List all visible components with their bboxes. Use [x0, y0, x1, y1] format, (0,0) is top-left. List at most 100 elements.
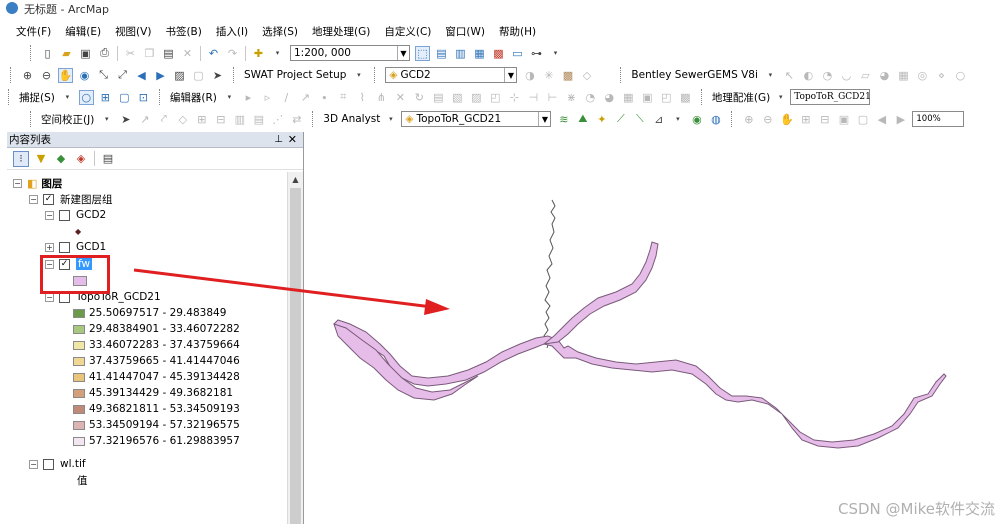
python-window-icon[interactable]: ▭ — [510, 46, 525, 61]
delete-icon[interactable]: ✕ — [180, 46, 195, 61]
topology-tool5-icon[interactable]: ⋇ — [564, 90, 579, 105]
trace-icon[interactable]: ↗ — [298, 90, 313, 105]
editor-menu[interactable]: 编辑器(R) — [170, 90, 217, 105]
3d-analyst-dropdown-icon[interactable]: ▾ — [383, 112, 398, 127]
layout-zoom-in-icon[interactable]: ⊕ — [741, 112, 756, 127]
select-tool-icon[interactable]: ➤ — [118, 112, 133, 127]
collapse-icon[interactable]: − — [45, 210, 54, 220]
legend-swatch[interactable] — [73, 324, 85, 334]
interpolate-point-icon[interactable]: ⟋ — [613, 112, 628, 127]
create-features-icon[interactable]: ▨ — [469, 90, 484, 105]
point-icon[interactable]: ∙ — [317, 90, 332, 105]
toolbar-grip[interactable] — [700, 89, 705, 105]
collapse-icon[interactable]: − — [29, 194, 38, 204]
cut-polygons-icon[interactable]: ⋔ — [374, 90, 389, 105]
collapse-icon[interactable]: − — [29, 459, 38, 469]
toc-scrollbar[interactable]: ▲ — [287, 172, 303, 524]
save-icon[interactable]: ▣ — [78, 46, 93, 61]
straight-segment-icon[interactable]: ∕ — [279, 90, 294, 105]
back-extent-icon[interactable]: ◀ — [134, 68, 149, 83]
fw-tributary-polygon[interactable] — [542, 241, 659, 345]
map-display[interactable] — [306, 132, 1001, 524]
legend-swatch[interactable] — [73, 404, 85, 414]
expand-icon[interactable]: + — [45, 242, 54, 252]
bentley-tool5-icon[interactable]: ◕ — [877, 68, 892, 83]
layout-zoom-out-icon[interactable]: ⊖ — [760, 112, 775, 127]
forward-extent-icon[interactable]: ▶ — [153, 68, 168, 83]
undo-icon[interactable]: ↶ — [206, 46, 221, 61]
list-by-selection-icon[interactable]: ◈ — [73, 151, 89, 167]
bentley-tool1-icon[interactable]: ◐ — [801, 68, 816, 83]
vertex-snapping-icon[interactable]: ▢ — [117, 90, 132, 105]
list-by-visibility-icon[interactable]: ◆ — [53, 151, 69, 167]
zoom-in-icon[interactable]: ⊕ — [20, 68, 35, 83]
toolbar-grip[interactable] — [233, 67, 237, 83]
menu-help[interactable]: 帮助(H) — [499, 24, 536, 39]
georeferencing-layer-combo[interactable]: TopoToR_GCD21 — [790, 89, 871, 105]
topology-tool6-icon[interactable]: ◔ — [583, 90, 598, 105]
edit-vertices-icon[interactable]: ⌗ — [336, 90, 351, 105]
fw-left-lobe-polygon[interactable] — [333, 323, 479, 401]
swat-project-setup-menu[interactable]: SWAT Project Setup — [244, 69, 346, 81]
clear-selection-icon[interactable]: ▢ — [191, 68, 206, 83]
bentley-tool3-icon[interactable]: ◡ — [839, 68, 854, 83]
bentley-select-icon[interactable]: ↖ — [782, 68, 797, 83]
menu-bookmarks[interactable]: 书签(B) — [165, 24, 201, 39]
toolbar-grip[interactable] — [8, 89, 12, 105]
legend-swatch[interactable] — [73, 436, 85, 446]
menu-customize[interactable]: 自定义(C) — [384, 24, 431, 39]
legend-swatch[interactable] — [73, 388, 85, 398]
pin-icon[interactable]: ⊥ — [274, 134, 283, 145]
clear-area-icon[interactable]: ▥ — [232, 112, 247, 127]
line-of-sight-icon[interactable]: ✦ — [594, 112, 609, 127]
add-data-dropdown-icon[interactable]: ▾ — [270, 46, 285, 61]
menu-selection[interactable]: 选择(S) — [262, 24, 298, 39]
toolbar-grip[interactable] — [30, 111, 34, 127]
select-features-icon[interactable]: ▨ — [172, 68, 187, 83]
group-layer-row[interactable]: − ✓ 新建图层组 — [29, 191, 113, 207]
swipe-icon[interactable]: ✳ — [541, 68, 556, 83]
topology-tool2-icon[interactable]: ⊹ — [507, 90, 522, 105]
layout-fixed-out-icon[interactable]: ⊟ — [817, 112, 832, 127]
toolbar-grip[interactable] — [158, 89, 163, 105]
end-snapping-icon[interactable]: ⊞ — [98, 90, 113, 105]
reshape-icon[interactable]: ⌇ — [355, 90, 370, 105]
bentley-tool9-icon[interactable]: ○ — [953, 68, 968, 83]
list-by-drawing-order-icon[interactable]: ⁝ — [13, 150, 29, 167]
menu-geoprocessing[interactable]: 地理处理(G) — [312, 24, 370, 39]
layout-pan-icon[interactable]: ✋ — [779, 112, 794, 127]
toolbar-grip[interactable] — [312, 111, 316, 127]
topology-tool1-icon[interactable]: ◰ — [488, 90, 503, 105]
pan-icon[interactable]: ✋ — [58, 67, 73, 83]
print-icon[interactable]: ⎙ — [97, 46, 112, 61]
topology-tool7-icon[interactable]: ◕ — [602, 90, 617, 105]
full-extent-icon[interactable]: ◉ — [77, 68, 92, 83]
gcd2-layer-row[interactable]: − GCD2 — [45, 207, 106, 223]
topology-tool10-icon[interactable]: ◰ — [659, 90, 674, 105]
swat-dropdown-icon[interactable]: ▾ — [351, 68, 366, 83]
bentley-tool6-icon[interactable]: ▦ — [896, 68, 911, 83]
group-visibility-checkbox[interactable]: ✓ — [43, 193, 54, 205]
contour-icon[interactable]: ≋ — [556, 112, 571, 127]
scrollbar-thumb[interactable] — [290, 188, 301, 524]
menu-windows[interactable]: 窗口(W) — [445, 24, 485, 39]
toolbar-grip[interactable] — [374, 67, 378, 83]
scroll-up-icon[interactable]: ▲ — [288, 172, 303, 186]
wl-layer-row[interactable]: − wl.tif — [29, 456, 86, 472]
edit-tool-icon[interactable]: ▸ — [241, 90, 256, 105]
wl-visibility-checkbox[interactable] — [43, 458, 54, 470]
menu-insert[interactable]: 插入(I) — [216, 24, 248, 39]
bentley-dropdown-icon[interactable]: ▾ — [763, 68, 778, 83]
georeferencing-dropdown-icon[interactable]: ▾ — [773, 90, 788, 105]
layout-whole-page-icon[interactable]: ▣ — [836, 112, 851, 127]
redo-icon[interactable]: ↷ — [225, 46, 240, 61]
arcglobe-icon[interactable]: ◍ — [708, 112, 723, 127]
toolbar-grip[interactable] — [10, 67, 14, 83]
layout-zoom-combo[interactable]: 100% — [912, 111, 965, 127]
georeferencing-menu[interactable]: 地理配准(G) — [712, 90, 770, 105]
effects-icon[interactable]: ◑ — [522, 68, 537, 83]
fixed-zoom-in-icon[interactable]: ⤡ — [96, 68, 111, 83]
toolbar-options-icon[interactable]: ▾ — [548, 46, 563, 61]
3d-analyst-layer-combo[interactable]: ◈ TopoToR_GCD21 ▼ — [401, 111, 552, 127]
limited-adjustment-icon[interactable]: ⊟ — [213, 112, 228, 127]
